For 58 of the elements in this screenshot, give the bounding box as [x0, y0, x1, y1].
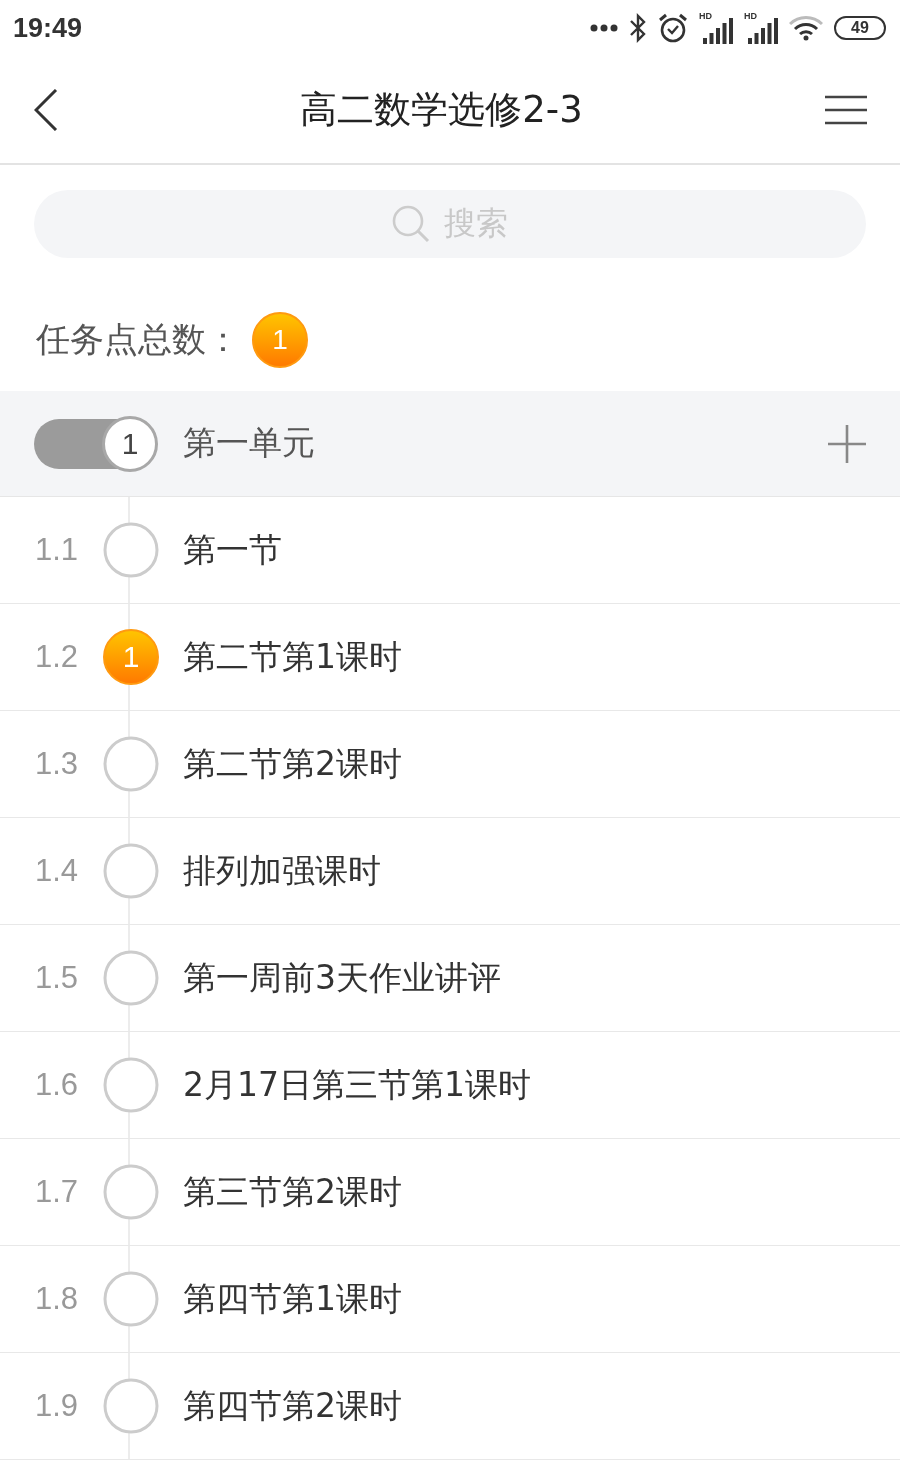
more-dots-icon — [590, 24, 618, 32]
section-title: 2月17日第三节第1课时 — [183, 1063, 531, 1106]
network-type-label: HD — [744, 12, 757, 21]
menu-icon — [825, 94, 867, 125]
section-row[interactable]: 1.4 排列加强课时 — [0, 818, 900, 925]
empty-circle-icon — [103, 1057, 159, 1113]
add-button[interactable] — [828, 424, 866, 463]
section-number: 1.4 — [34, 853, 80, 889]
section-number: 1.3 — [34, 746, 80, 782]
empty-circle-icon — [103, 1378, 159, 1434]
section-number: 1.7 — [34, 1174, 80, 1210]
section-row[interactable]: 1.1 第一节 — [0, 497, 900, 604]
section-number: 1.6 — [34, 1067, 80, 1103]
network-type-label: HD — [699, 12, 712, 21]
section-title: 第四节第1课时 — [183, 1277, 402, 1320]
section-number: 1.2 — [34, 639, 80, 675]
section-title: 第二节第1课时 — [183, 635, 402, 678]
section-title: 第二节第2课时 — [183, 742, 402, 785]
empty-circle-icon — [103, 950, 159, 1006]
plus-icon — [828, 424, 866, 463]
signal-bars-icon — [748, 18, 778, 44]
search-icon — [392, 205, 430, 243]
alarm-clock-icon — [658, 13, 688, 43]
section-row[interactable]: 1.6 2月17日第三节第1课时 — [0, 1032, 900, 1139]
signal-bars-icon — [703, 18, 733, 44]
section-title: 排列加强课时 — [183, 849, 381, 892]
section-number: 1.8 — [34, 1281, 80, 1317]
back-button[interactable] — [34, 88, 58, 131]
page-title: 高二数学选修2-3 — [300, 86, 583, 133]
section-row[interactable]: 1.3 第二节第2课时 — [0, 711, 900, 818]
unit-number-badge: 1 — [34, 415, 158, 472]
section-row[interactable]: 1.7 第三节第2课时 — [0, 1139, 900, 1246]
back-chevron-icon — [34, 88, 58, 131]
empty-circle-icon — [103, 736, 159, 792]
section-number: 1.5 — [34, 960, 80, 996]
empty-circle-icon — [103, 843, 159, 899]
task-count-badge: 1 — [103, 629, 159, 685]
task-count-badge: 1 — [252, 312, 308, 368]
empty-circle-icon — [103, 1164, 159, 1220]
status-time: 19:49 — [13, 12, 83, 44]
section-number: 1.9 — [34, 1388, 80, 1424]
wifi-icon — [789, 15, 823, 41]
bluetooth-icon — [629, 13, 647, 43]
empty-circle-icon — [103, 522, 159, 578]
empty-circle-icon — [103, 1271, 159, 1327]
unit-title: 第一单元 — [183, 422, 315, 464]
section-title: 第三节第2课时 — [183, 1170, 402, 1213]
section-title: 第一周前3天作业讲评 — [183, 956, 501, 999]
section-number: 1.1 — [34, 532, 80, 568]
section-row[interactable]: 1.2 1 第二节第1课时 — [0, 604, 900, 711]
battery-icon: 49 — [834, 16, 886, 40]
section-row[interactable]: 1.5 第一周前3天作业讲评 — [0, 925, 900, 1032]
menu-button[interactable] — [825, 94, 867, 125]
section-title: 第四节第2课时 — [183, 1384, 402, 1427]
section-row[interactable]: 1.9 第四节第2课时 — [0, 1353, 900, 1460]
section-title: 第一节 — [183, 528, 282, 571]
task-total-label: 任务点总数： — [36, 318, 240, 361]
section-row[interactable]: 1.8 第四节第1课时 — [0, 1246, 900, 1353]
